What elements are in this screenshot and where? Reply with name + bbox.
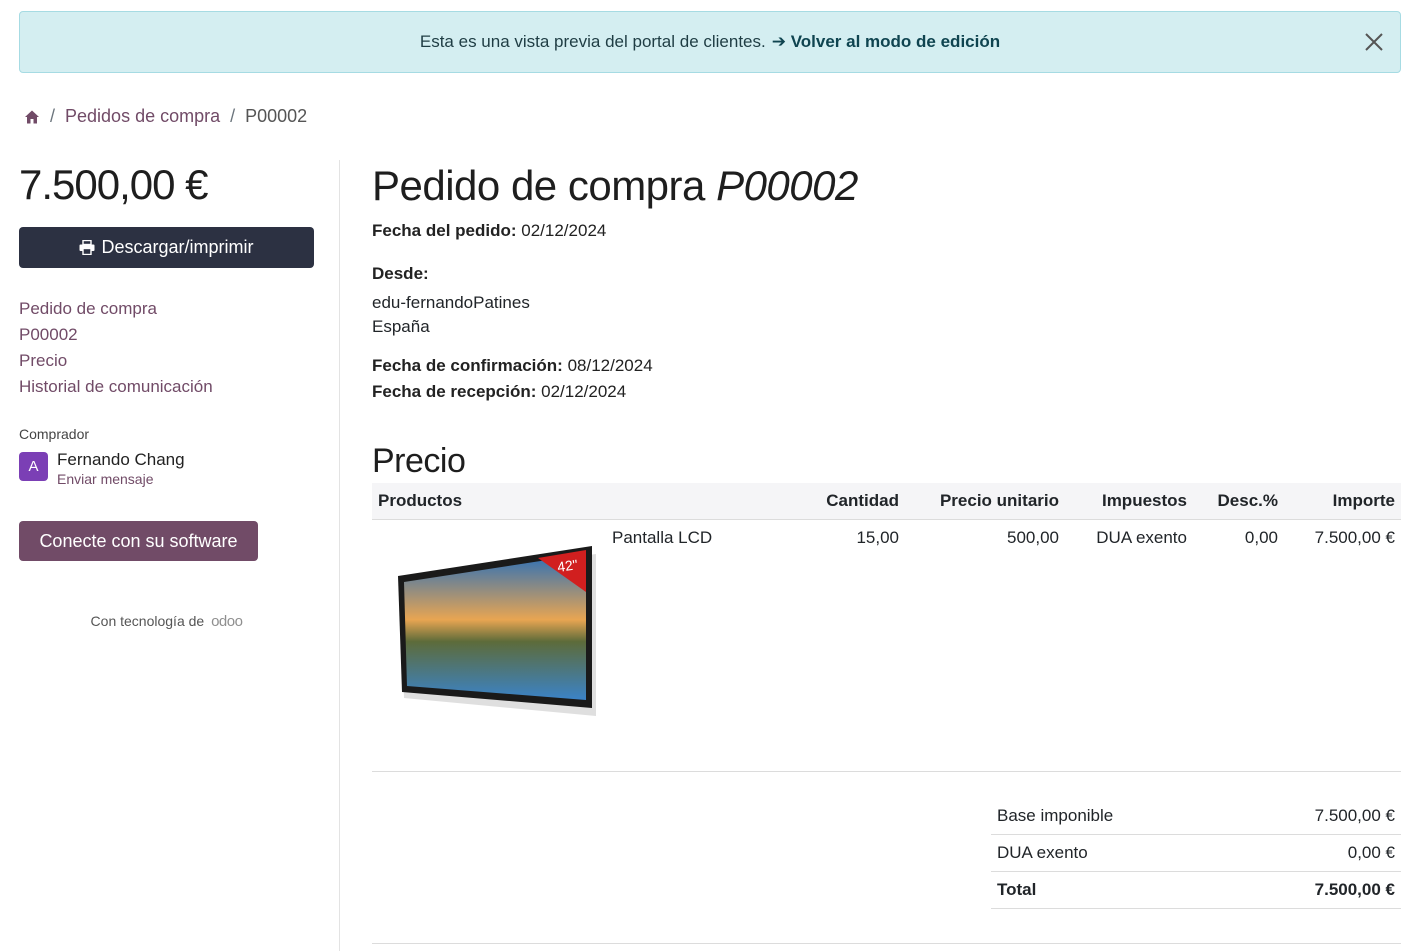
title-text: Pedido de compra	[372, 162, 705, 209]
connect-software-button[interactable]: Conecte con su software	[19, 521, 258, 561]
toc-order-ref[interactable]: P00002	[19, 322, 315, 348]
total-label: Total	[997, 880, 1037, 899]
from-field: Desde:	[372, 261, 1401, 287]
untaxed-value: 7.500,00 €	[1314, 806, 1395, 825]
banner-text: Esta es una vista previa del portal de c…	[419, 32, 766, 51]
line-amount: 7.500,00 €	[1314, 527, 1395, 547]
line-quantity: 15,00	[856, 527, 899, 547]
line-discount: 0,00	[1244, 527, 1278, 547]
order-date-field: Fecha del pedido: 02/12/2024	[372, 218, 1401, 244]
powered-by: Con tecnología de odoo	[19, 613, 314, 630]
toc-communication-history[interactable]: Historial de comunicación	[19, 374, 315, 400]
confirmation-date-value: 08/12/2024	[567, 356, 653, 375]
col-unit-price: Precio unitario	[939, 490, 1059, 510]
odoo-logo[interactable]: odoo	[211, 613, 243, 630]
breadcrumb-current: P00002	[245, 106, 308, 126]
sidebar-divider	[339, 160, 340, 951]
col-taxes: Impuestos	[1101, 490, 1187, 510]
table-of-contents: Pedido de compra P00002 Precio Historial…	[19, 296, 315, 400]
totals-table: Base imponible 7.500,00 € DUA exento 0,0…	[991, 798, 1401, 909]
col-discount: Desc.%	[1217, 490, 1278, 510]
breadcrumb: / Pedidos de compra / P00002	[24, 106, 307, 127]
table-header-row: Productos Cantidad Precio unitario Impue…	[372, 483, 1401, 519]
sidebar: 7.500,00 € Descargar/imprimir Pedido de …	[19, 160, 315, 630]
product-image-badge: 42"	[556, 556, 579, 575]
order-lines-table: Productos Cantidad Precio unitario Impue…	[372, 483, 1401, 772]
buyer-name: Fernando Chang	[57, 450, 185, 469]
preview-banner: Esta es una vista previa del portal de c…	[19, 11, 1401, 73]
total-row: Total 7.500,00 €	[991, 872, 1401, 909]
back-to-edit-link[interactable]: ➔ Volver al modo de edición	[772, 32, 1000, 52]
from-label: Desde:	[372, 264, 429, 283]
total-value: 7.500,00 €	[1314, 880, 1395, 899]
receipt-date-label: Fecha de recepción:	[372, 382, 537, 401]
avatar: A	[19, 452, 48, 481]
vendor-address: edu-fernandoPatines España	[372, 291, 1401, 339]
download-print-label: Descargar/imprimir	[101, 237, 254, 257]
send-message-link[interactable]: Enviar mensaje	[57, 470, 185, 488]
price-section-title: Precio	[372, 442, 466, 480]
home-icon[interactable]	[24, 109, 40, 125]
order-date-label: Fecha del pedido:	[372, 221, 517, 240]
col-quantity: Cantidad	[826, 490, 899, 510]
receipt-date-field: Fecha de recepción: 02/12/2024	[372, 379, 1401, 405]
vendor-name: edu-fernandoPatines	[372, 293, 530, 312]
line-unit-price: 500,00	[1007, 527, 1059, 547]
untaxed-label: Base imponible	[997, 806, 1114, 825]
receipt-date-value: 02/12/2024	[541, 382, 627, 401]
toc-purchase-order[interactable]: Pedido de compra	[19, 296, 315, 322]
col-products: Productos	[378, 490, 463, 510]
order-date-value: 02/12/2024	[521, 221, 607, 240]
breadcrumb-separator: /	[230, 106, 236, 126]
breadcrumb-purchase-orders[interactable]: Pedidos de compra	[65, 106, 220, 127]
tax-row: DUA exento 0,00 €	[991, 835, 1401, 872]
untaxed-row: Base imponible 7.500,00 €	[991, 798, 1401, 835]
main-content: Pedido de compra P00002 Fecha del pedido…	[372, 160, 1401, 772]
line-taxes: DUA exento	[1096, 527, 1187, 547]
product-name[interactable]: Pantalla LCD	[612, 528, 712, 742]
download-print-button[interactable]: Descargar/imprimir	[19, 227, 314, 268]
confirmation-date-label: Fecha de confirmación:	[372, 356, 563, 375]
buyer-label: Comprador	[19, 426, 90, 442]
breadcrumb-separator: /	[50, 106, 56, 126]
order-amount: 7.500,00 €	[19, 161, 209, 208]
page-title: Pedido de compra P00002	[372, 160, 1401, 212]
bottom-divider	[372, 943, 1401, 944]
col-amount: Importe	[1332, 490, 1395, 510]
print-icon	[79, 240, 95, 255]
table-row: 42" Pantalla LCD 15,00 500,00 DUA exento…	[372, 519, 1401, 771]
confirmation-date-field: Fecha de confirmación: 08/12/2024	[372, 353, 1401, 379]
vendor-country: España	[372, 317, 430, 336]
toc-price[interactable]: Precio	[19, 348, 315, 374]
title-ref: P00002	[716, 162, 858, 209]
powered-by-text: Con tecnología de	[90, 613, 205, 629]
close-icon[interactable]	[1364, 32, 1384, 52]
buyer-card: A Fernando Chang Enviar mensaje	[19, 450, 315, 488]
tax-label: DUA exento	[997, 843, 1088, 862]
tax-value: 0,00 €	[1347, 843, 1395, 862]
product-image: 42"	[398, 545, 596, 716]
